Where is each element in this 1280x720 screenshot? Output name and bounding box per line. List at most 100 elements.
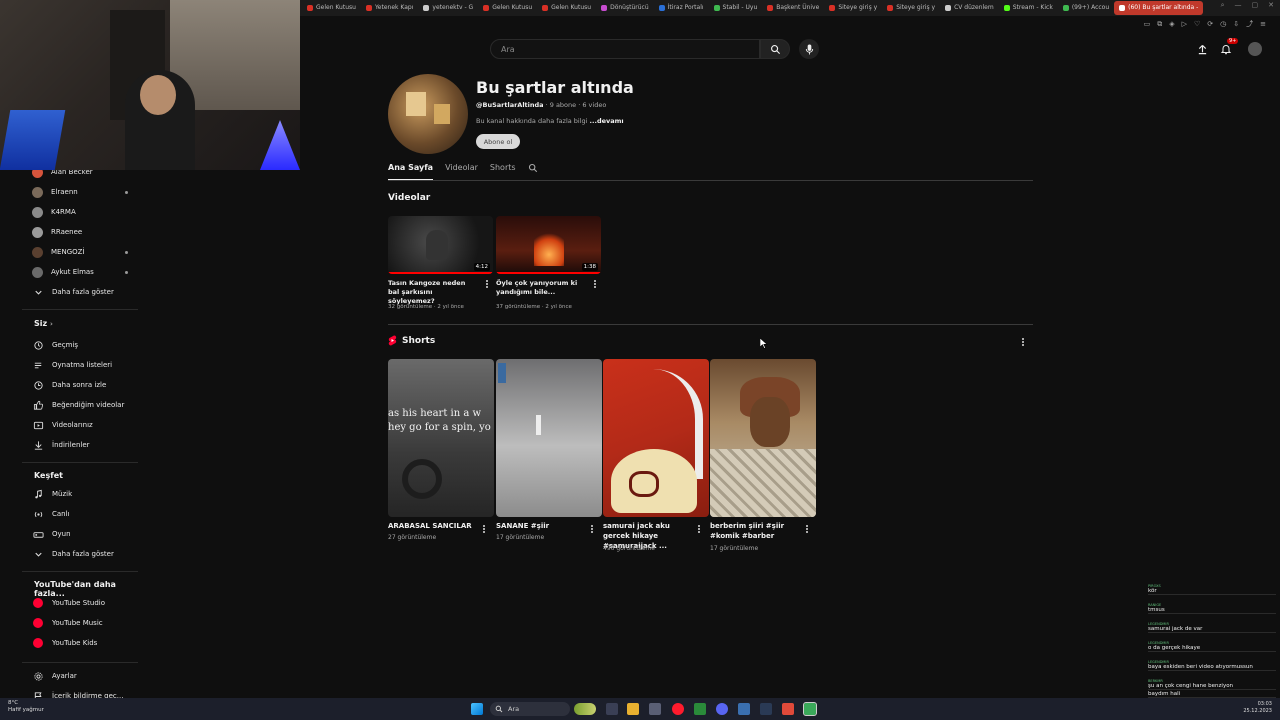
file-explorer-icon[interactable] bbox=[627, 703, 639, 715]
sidebar-item-clock[interactable]: Daha sonra izle bbox=[32, 378, 132, 392]
taskbar-clock[interactable]: 03:03 25.12.2023 bbox=[1243, 701, 1272, 715]
short-thumbnail[interactable]: as his heart in a w hey go for a spin, y… bbox=[388, 359, 494, 517]
taskbar: 8°C Hafif yağmur Ara 03:03 25.12.2023 bbox=[0, 698, 1280, 720]
browser-tab[interactable]: CV düzenlem bbox=[940, 1, 999, 15]
weather-widget[interactable]: 8°C Hafif yağmur bbox=[8, 700, 44, 714]
sidebar-item-youtube-app[interactable]: YouTube Music bbox=[32, 616, 132, 630]
browser-tab[interactable]: Stabil - Uyu bbox=[709, 1, 763, 15]
browser-tab[interactable]: (99+) Accou bbox=[1058, 1, 1114, 15]
notifications-button[interactable]: 9+ bbox=[1218, 38, 1239, 57]
store-icon[interactable] bbox=[649, 703, 661, 715]
search-button[interactable] bbox=[760, 39, 790, 59]
browser-tab[interactable]: Gelen Kutusu bbox=[537, 1, 596, 15]
tab-favicon-icon bbox=[423, 5, 430, 11]
widgets-icon[interactable] bbox=[574, 703, 596, 715]
taskbar-search[interactable]: Ara bbox=[490, 702, 570, 716]
download-icon[interactable]: ⇩ bbox=[1233, 20, 1239, 28]
browser-tab[interactable]: (60) Bu şartlar altında - bbox=[1114, 1, 1204, 15]
sidebar-item-gaming[interactable]: Oyun bbox=[32, 527, 132, 541]
extension-icon[interactable]: ▭ bbox=[1144, 20, 1151, 28]
short-menu-button[interactable] bbox=[481, 524, 487, 534]
tab-shorts[interactable]: Shorts bbox=[490, 163, 516, 181]
sidebar-heading-you[interactable]: Siz › bbox=[34, 319, 53, 328]
short-thumbnail[interactable] bbox=[710, 359, 816, 517]
maximize-icon[interactable]: ▢ bbox=[1252, 1, 1259, 10]
steam-icon[interactable] bbox=[760, 703, 772, 715]
browser-tab[interactable]: Stream - Kick bbox=[999, 1, 1058, 15]
sidebar-item-history[interactable]: Geçmiş bbox=[32, 338, 132, 352]
short-menu-button[interactable] bbox=[696, 524, 702, 534]
sidebar-item-show-more[interactable]: Daha fazla göster bbox=[32, 285, 132, 299]
tab-home[interactable]: Ana Sayfa bbox=[388, 163, 434, 181]
short-meta: 27 görüntüleme bbox=[388, 534, 437, 541]
channel-search-button[interactable] bbox=[528, 163, 538, 181]
sidebar-item-live[interactable]: Canlı bbox=[32, 507, 132, 521]
sidebar-item-youtube-app[interactable]: YouTube Studio bbox=[32, 596, 132, 610]
video-menu-button[interactable] bbox=[592, 279, 598, 289]
sidebar-item-your-videos[interactable]: Videolarınız bbox=[32, 418, 132, 432]
browser-tab[interactable]: Siteye giriş y bbox=[882, 1, 940, 15]
sidebar-item-playlist[interactable]: Oynatma listeleri bbox=[32, 358, 132, 372]
short-thumbnail[interactable] bbox=[603, 359, 709, 517]
search-tabs-icon[interactable]: ⌕ bbox=[1221, 1, 1225, 10]
sync-icon[interactable]: ⟳ bbox=[1207, 20, 1213, 28]
opera-icon[interactable] bbox=[672, 703, 684, 715]
sidebar-item-youtube-app[interactable]: YouTube Kids bbox=[32, 636, 132, 650]
heart-icon[interactable]: ♡ bbox=[1194, 20, 1200, 28]
nvidia-icon[interactable] bbox=[694, 703, 706, 715]
tab-videos[interactable]: Videolar bbox=[445, 163, 478, 181]
voice-search-button[interactable] bbox=[799, 39, 819, 59]
subscribe-button[interactable]: Abone ol bbox=[476, 134, 520, 149]
browser-tab[interactable]: yetenektv - G bbox=[418, 1, 478, 15]
short-thumbnail[interactable] bbox=[496, 359, 602, 517]
account-avatar[interactable] bbox=[1247, 41, 1263, 57]
video-title[interactable]: Öyle çok yanıyorum ki yandığımı bile... bbox=[496, 279, 582, 297]
minimize-icon[interactable]: — bbox=[1235, 1, 1242, 10]
browser-tab[interactable]: Başkent Ünive bbox=[762, 1, 824, 15]
video-thumbnail[interactable]: 4:12 bbox=[388, 216, 493, 274]
short-title[interactable]: ARABASAL SANCILAR bbox=[388, 521, 480, 531]
chat-message: baydım hali bbox=[1148, 691, 1276, 698]
upload-button[interactable] bbox=[1194, 41, 1210, 57]
start-button[interactable] bbox=[471, 703, 483, 715]
history-icon[interactable]: ◷ bbox=[1220, 20, 1226, 28]
video-title[interactable]: Tasın Kangoze neden bal şarkısını söyley… bbox=[388, 279, 474, 306]
browser-tab[interactable]: İtiraz Portalı bbox=[654, 1, 709, 15]
video-menu-button[interactable] bbox=[484, 279, 490, 289]
close-icon[interactable]: ✕ bbox=[1268, 1, 1274, 10]
channel-description[interactable]: Bu kanal hakkında daha fazla bilgi ...de… bbox=[476, 117, 624, 125]
sidebar-item-settings[interactable]: Ayarlar bbox=[32, 669, 132, 683]
share-icon[interactable]: ⤴ bbox=[1246, 19, 1253, 29]
discord-icon[interactable] bbox=[716, 703, 728, 715]
video-thumbnail[interactable]: 1:38 bbox=[496, 216, 601, 274]
browser-tab[interactable]: Yetenek Kapı bbox=[361, 1, 418, 15]
app-icon[interactable] bbox=[738, 703, 750, 715]
sidebar-item-subscription[interactable]: Aykut Elmas bbox=[32, 265, 132, 279]
short-title[interactable]: berberim şiiri #şiir #komik #barber bbox=[710, 521, 802, 541]
sidebar-item-subscription[interactable]: MENGOZİ bbox=[32, 245, 132, 259]
more-link[interactable]: ...devamı bbox=[590, 117, 624, 125]
browser-tab[interactable]: Dönüştürücü bbox=[596, 1, 654, 15]
sidebar-item-subscription[interactable]: K4RMA bbox=[32, 205, 132, 219]
browser-tab[interactable]: Gelen Kutusu bbox=[302, 1, 361, 15]
sidebar-item-subscription[interactable]: Elraenn bbox=[32, 185, 132, 199]
menu-icon[interactable]: ≡ bbox=[1260, 20, 1266, 28]
shield-icon[interactable]: ◈ bbox=[1169, 20, 1174, 28]
obs-icon[interactable] bbox=[803, 702, 817, 716]
search-input[interactable]: Ara bbox=[490, 39, 760, 59]
sidebar-item-music[interactable]: Müzik bbox=[32, 487, 132, 501]
sidebar-item-subscription[interactable]: RRaenee bbox=[32, 225, 132, 239]
browser-tab[interactable]: Gelen Kutusu bbox=[478, 1, 537, 15]
short-menu-button[interactable] bbox=[589, 524, 595, 534]
sidebar-item-show-more[interactable]: Daha fazla göster bbox=[32, 547, 132, 561]
sidebar-item-download[interactable]: İndirilenler bbox=[32, 438, 132, 452]
sidebar-item-like[interactable]: Beğendiğim videolar bbox=[32, 398, 132, 412]
shorts-menu-button[interactable] bbox=[1020, 337, 1026, 347]
short-title[interactable]: SANANE #şiir bbox=[496, 521, 588, 531]
screenshot-icon[interactable]: ⧉ bbox=[1157, 20, 1162, 29]
play-icon[interactable]: ▷ bbox=[1182, 20, 1187, 28]
short-menu-button[interactable] bbox=[804, 524, 810, 534]
task-view-icon[interactable] bbox=[606, 703, 618, 715]
app-icon[interactable] bbox=[782, 703, 794, 715]
browser-tab[interactable]: Siteye giriş y bbox=[824, 1, 882, 15]
